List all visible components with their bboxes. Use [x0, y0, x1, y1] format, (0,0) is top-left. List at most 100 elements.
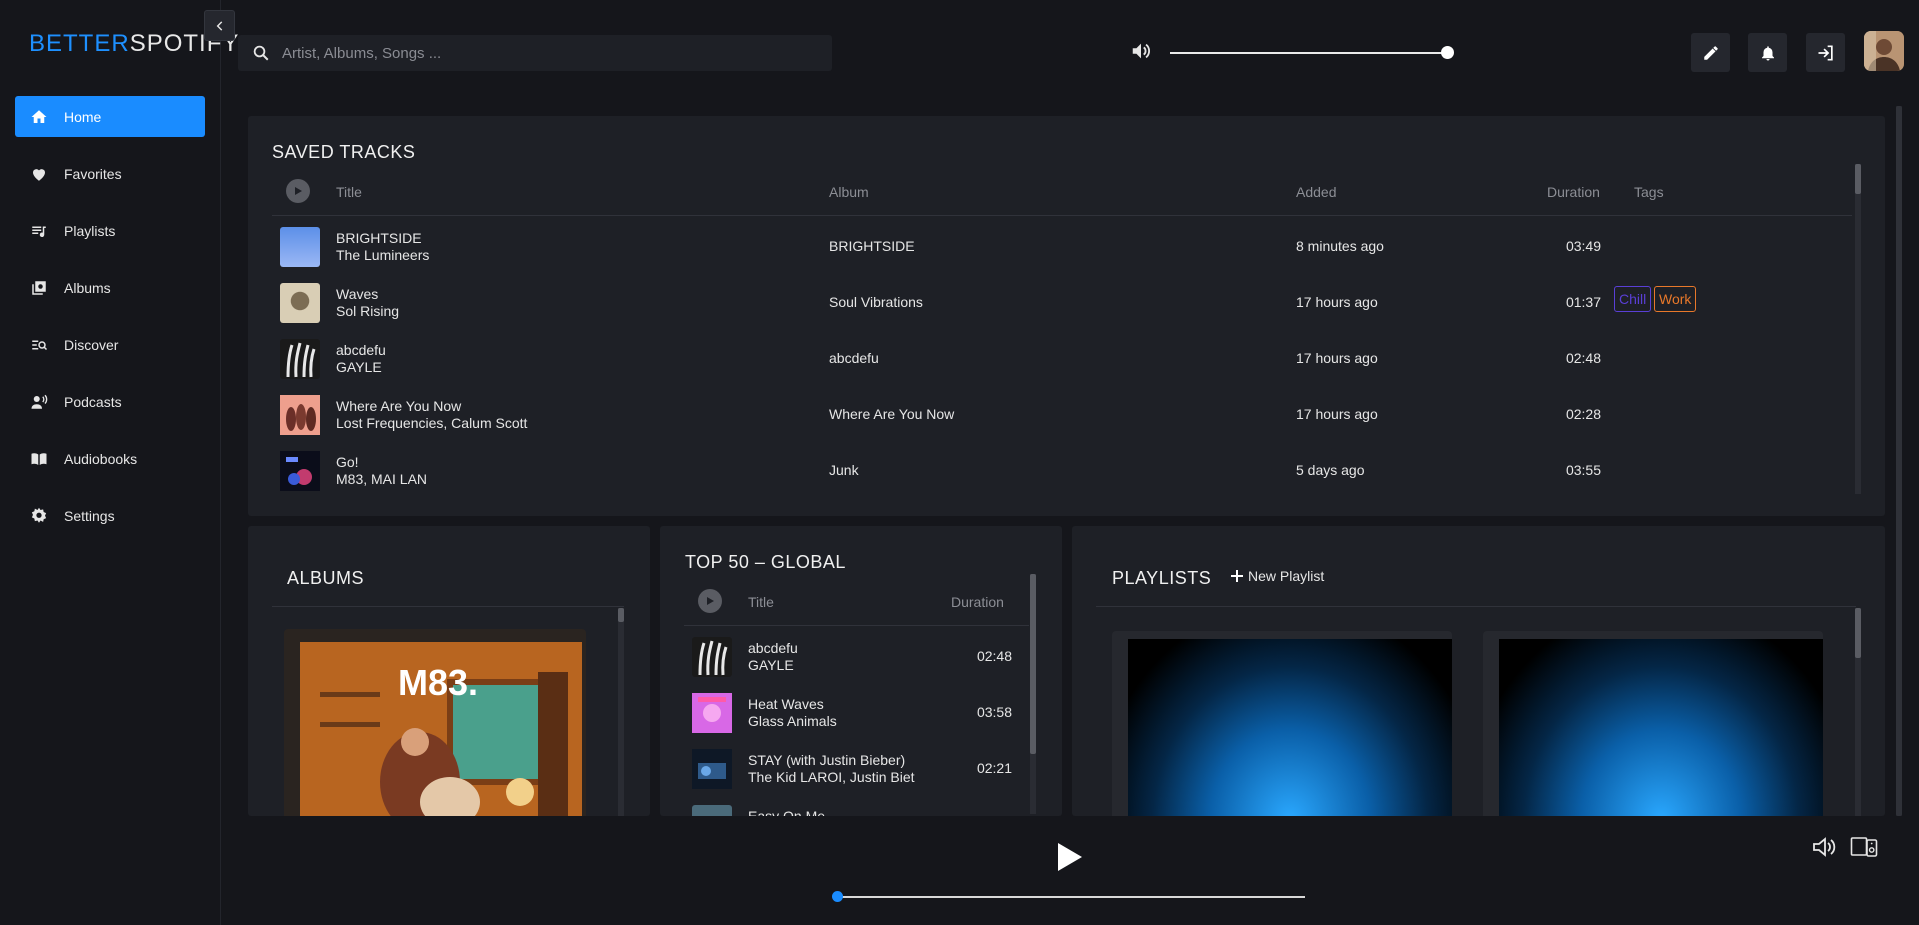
playlists-title: PLAYLISTS	[1112, 568, 1212, 588]
track-artist[interactable]: Sol Rising	[336, 303, 399, 319]
scrollbar-thumb[interactable]	[618, 608, 624, 622]
sidebar-item-discover[interactable]: Discover	[15, 324, 205, 365]
collapse-sidebar-button[interactable]	[204, 10, 235, 41]
play-icon	[707, 597, 714, 605]
scrollbar-thumb[interactable]	[1896, 106, 1902, 816]
album-card[interactable]: M83.	[284, 629, 586, 816]
table-row[interactable]: Easy On Me	[684, 797, 1029, 816]
sidebar-item-albums[interactable]: Albums	[15, 267, 205, 308]
playback-progress-bar[interactable]	[837, 896, 1305, 898]
top50-title: TOP 50 – GLOBAL	[685, 552, 846, 572]
track-artist[interactable]: Lost Frequencies, Calum Scott	[336, 415, 527, 431]
table-row[interactable]: BRIGHTSIDE The Lumineers BRIGHTSIDE 8 mi…	[272, 219, 1852, 275]
avatar[interactable]	[1864, 31, 1904, 71]
table-row[interactable]: STAY (with Justin Bieber) The Kid LAROI,…	[684, 741, 1029, 797]
column-header-added[interactable]: Added	[1296, 184, 1336, 200]
table-row[interactable]: abcdefu GAYLE 02:48	[684, 629, 1029, 685]
new-playlist-label: New Playlist	[1248, 568, 1325, 584]
albums-scrollbar[interactable]	[618, 608, 624, 816]
table-row[interactable]: Where Are You Now Lost Frequencies, Calu…	[272, 387, 1852, 443]
albums-panel: ALBUMS M83.	[248, 526, 650, 816]
sidebar-item-home[interactable]: Home	[15, 96, 205, 137]
scrollbar-thumb[interactable]	[1855, 608, 1861, 658]
track-added: 8 minutes ago	[1296, 238, 1384, 254]
scrollbar-thumb[interactable]	[1030, 574, 1036, 754]
player-volume-button[interactable]	[1810, 834, 1840, 860]
sidebar-item-podcasts[interactable]: Podcasts	[15, 381, 205, 422]
volume-slider-handle[interactable]	[1441, 46, 1454, 59]
playback-progress-handle[interactable]	[832, 891, 843, 902]
track-artist[interactable]: The Kid LAROI, Justin Biet	[748, 769, 915, 785]
page-scrollbar[interactable]	[1896, 106, 1902, 816]
sidebar-item-settings[interactable]: Settings	[15, 495, 205, 536]
home-icon	[29, 107, 49, 127]
saved-tracks-scrollbar[interactable]	[1855, 164, 1861, 494]
tag-chill[interactable]: Chill	[1614, 286, 1652, 312]
column-header-duration[interactable]: Duration	[1547, 184, 1600, 200]
track-title: Waves	[336, 286, 379, 302]
sidebar-item-playlists[interactable]: Playlists	[15, 210, 205, 251]
playlists-scrollbar[interactable]	[1855, 608, 1861, 816]
track-artist[interactable]: The Lumineers	[336, 247, 429, 263]
search-bar[interactable]	[238, 35, 832, 71]
column-header-duration[interactable]: Duration	[951, 594, 1004, 610]
playlist-card[interactable]	[1112, 631, 1452, 816]
logout-button[interactable]	[1806, 33, 1845, 72]
track-album[interactable]: Where Are You Now	[829, 406, 954, 422]
column-header-album[interactable]: Album	[829, 184, 869, 200]
audiobook-icon	[29, 449, 49, 469]
search-input[interactable]	[282, 44, 802, 62]
bell-icon	[1761, 45, 1774, 60]
track-title: abcdefu	[748, 640, 798, 656]
track-artist[interactable]: Glass Animals	[748, 713, 837, 729]
track-added: 17 hours ago	[1296, 350, 1378, 366]
edit-button[interactable]	[1691, 33, 1730, 72]
sidebar: BETTERSPOTIFY Home Favorites Playlists A…	[0, 0, 238, 925]
track-album[interactable]: Junk	[829, 462, 859, 478]
sidebar-item-label: Discover	[64, 336, 119, 353]
play-all-button[interactable]	[286, 179, 310, 203]
playlist-cover[interactable]	[1128, 639, 1452, 816]
scrollbar-thumb[interactable]	[1855, 164, 1861, 194]
table-row[interactable]: Heat Waves Glass Animals 03:58	[684, 685, 1029, 741]
track-artist[interactable]: GAYLE	[336, 359, 382, 375]
notifications-button[interactable]	[1748, 33, 1787, 72]
new-playlist-button[interactable]: New Playlist	[1230, 568, 1324, 584]
column-header-title[interactable]: Title	[336, 184, 362, 200]
play-icon	[295, 187, 302, 195]
track-artist[interactable]: M83, MAI LAN	[336, 471, 427, 487]
album-cover-text: M83.	[398, 662, 479, 703]
table-row[interactable]: abcdefu GAYLE abcdefu 17 hours ago 02:48	[272, 331, 1852, 387]
playlist-cover[interactable]	[1499, 639, 1823, 816]
devices-button[interactable]	[1849, 834, 1879, 860]
track-artist[interactable]: GAYLE	[748, 657, 794, 673]
tag-work[interactable]: Work	[1654, 286, 1697, 312]
table-row[interactable]: Go! M83, MAI LAN Junk 5 days ago 03:55	[272, 443, 1852, 499]
volume-control	[1130, 40, 1152, 62]
sidebar-item-favorites[interactable]: Favorites	[15, 153, 205, 194]
track-album[interactable]: BRIGHTSIDE	[829, 238, 915, 254]
track-title: abcdefu	[336, 342, 386, 358]
track-title: Heat Waves	[748, 696, 824, 712]
play-button[interactable]	[1054, 840, 1084, 874]
top50-scrollbar[interactable]	[1030, 574, 1036, 814]
column-header-title[interactable]: Title	[748, 594, 774, 610]
track-album[interactable]: abcdefu	[829, 350, 879, 366]
album-cover[interactable]: M83.	[300, 642, 582, 816]
track-duration: 03:55	[1565, 462, 1601, 478]
track-thumbnail	[692, 693, 732, 733]
album-icon	[29, 278, 49, 298]
track-added: 17 hours ago	[1296, 406, 1378, 422]
sidebar-item-label: Playlists	[64, 222, 116, 239]
track-added: 5 days ago	[1296, 462, 1365, 478]
track-duration: 03:49	[1565, 238, 1601, 254]
track-duration: 02:48	[976, 648, 1012, 664]
track-duration: 01:37	[1565, 294, 1601, 310]
playlist-card[interactable]	[1483, 631, 1823, 816]
volume-icon[interactable]	[1130, 40, 1152, 62]
track-album[interactable]: Soul Vibrations	[829, 294, 923, 310]
table-row[interactable]: Waves Sol Rising Soul Vibrations 17 hour…	[272, 275, 1852, 331]
volume-slider[interactable]	[1170, 52, 1448, 54]
play-all-button[interactable]	[698, 589, 722, 613]
sidebar-item-audiobooks[interactable]: Audiobooks	[15, 438, 205, 479]
